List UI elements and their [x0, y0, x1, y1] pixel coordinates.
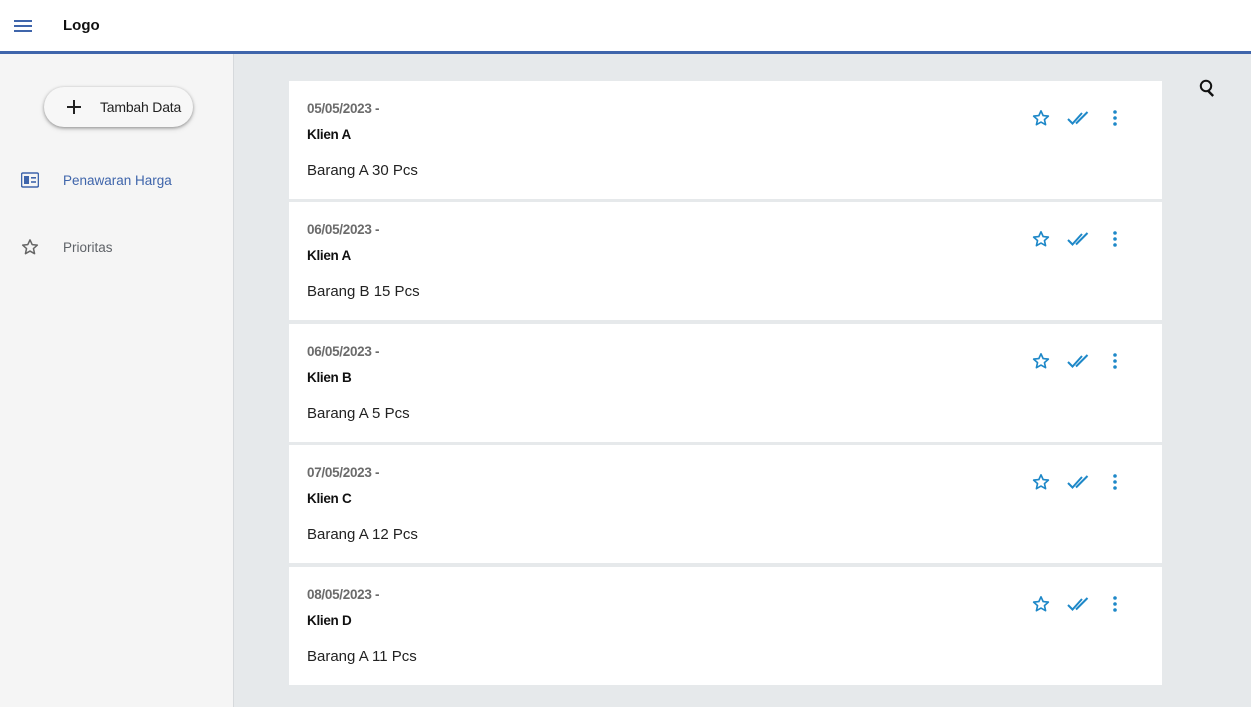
card-client: Klien A	[307, 127, 351, 142]
card-description: Barang A 12 Pcs	[307, 526, 418, 543]
search-icon[interactable]	[1196, 76, 1220, 100]
more-vert-icon[interactable]	[1104, 471, 1126, 493]
card-actions	[1030, 593, 1130, 615]
more-vert-icon[interactable]	[1104, 350, 1126, 372]
star-icon[interactable]	[1030, 593, 1052, 615]
more-vert-icon[interactable]	[1104, 107, 1126, 129]
add-data-button[interactable]: Tambah Data	[44, 87, 193, 127]
sidebar-item-penawaran-harga[interactable]: Penawaran Harga	[0, 160, 233, 200]
double-check-icon[interactable]	[1067, 107, 1089, 129]
card-client: Klien D	[307, 613, 352, 628]
quote-card[interactable]: 08/05/2023 - Klien D Barang A 11 Pcs	[289, 567, 1162, 685]
star-icon[interactable]	[1030, 107, 1052, 129]
double-check-icon[interactable]	[1067, 593, 1089, 615]
card-date: 06/05/2023 -	[307, 344, 380, 359]
card-client: Klien C	[307, 491, 352, 506]
star-icon	[19, 236, 41, 258]
quote-card[interactable]: 06/05/2023 - Klien B Barang A 5 Pcs	[289, 324, 1162, 442]
card-actions	[1030, 107, 1130, 129]
quote-card[interactable]: 06/05/2023 - Klien A Barang B 15 Pcs	[289, 202, 1162, 320]
card-client: Klien A	[307, 248, 351, 263]
double-check-icon[interactable]	[1067, 471, 1089, 493]
add-data-label: Tambah Data	[100, 99, 182, 115]
card-date: 05/05/2023 -	[307, 101, 380, 116]
sidebar: Tambah Data Penawaran Harga Prioritas	[0, 54, 234, 707]
quote-card[interactable]: 07/05/2023 - Klien C Barang A 12 Pcs	[289, 445, 1162, 563]
card-description: Barang B 15 Pcs	[307, 283, 420, 300]
star-icon[interactable]	[1030, 228, 1052, 250]
sidebar-item-label: Penawaran Harga	[63, 172, 172, 188]
more-vert-icon[interactable]	[1104, 593, 1126, 615]
plus-icon	[64, 97, 84, 117]
card-client: Klien B	[307, 370, 352, 385]
price-card-icon	[19, 169, 41, 191]
star-icon[interactable]	[1030, 471, 1052, 493]
card-description: Barang A 11 Pcs	[307, 648, 417, 665]
card-description: Barang A 5 Pcs	[307, 405, 410, 422]
card-actions	[1030, 350, 1130, 372]
logo: Logo	[63, 17, 100, 34]
double-check-icon[interactable]	[1067, 228, 1089, 250]
star-icon[interactable]	[1030, 350, 1052, 372]
card-date: 08/05/2023 -	[307, 587, 380, 602]
more-vert-icon[interactable]	[1104, 228, 1126, 250]
top-app-bar: Logo	[0, 0, 1251, 54]
card-actions	[1030, 228, 1130, 250]
quote-card[interactable]: 05/05/2023 - Klien A Barang A 30 Pcs	[289, 81, 1162, 199]
card-date: 07/05/2023 -	[307, 465, 380, 480]
menu-icon[interactable]	[0, 1, 46, 51]
main-content: 05/05/2023 - Klien A Barang A 30 Pcs 06/…	[234, 54, 1251, 707]
sidebar-item-label: Prioritas	[63, 239, 113, 255]
card-date: 06/05/2023 -	[307, 222, 380, 237]
card-actions	[1030, 471, 1130, 493]
card-description: Barang A 30 Pcs	[307, 162, 418, 179]
double-check-icon[interactable]	[1067, 350, 1089, 372]
sidebar-item-prioritas[interactable]: Prioritas	[0, 227, 233, 267]
